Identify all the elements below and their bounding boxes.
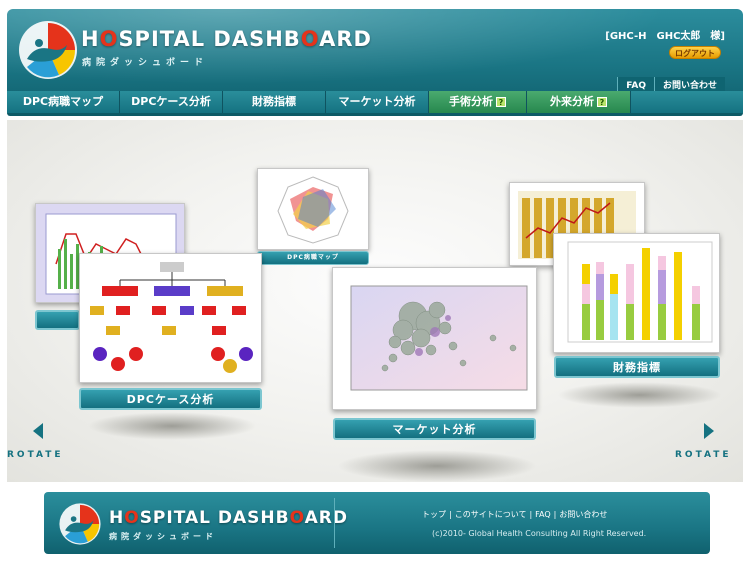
logo-subtitle: 病院ダッシュボード <box>82 58 209 68</box>
tab-outpatient[interactable]: 外来分析? <box>527 91 631 113</box>
footer-sep: | <box>529 510 533 519</box>
carousel-card-finance[interactable] <box>553 233 720 353</box>
user-name: [GHC-H GHC太郎 様] <box>605 31 725 42</box>
header-bottom-bar <box>7 113 743 116</box>
tab-label: 財務指標 <box>252 95 296 108</box>
footer-divider <box>334 498 335 548</box>
rotate-right-label[interactable]: ROTATE <box>675 450 732 460</box>
carousel-stage: DPC病職マップ DPCケース分析 マーケット分析 財務指標 ROTATE RO… <box>7 120 743 482</box>
tab-blank <box>631 91 743 113</box>
logout-button[interactable]: ログアウト <box>669 46 721 59</box>
bubble-chart-thumbnail <box>350 285 528 391</box>
footer: HOSPITAL DASHBOARD 病院ダッシュボード トップ | このサイトにつ… <box>44 492 710 554</box>
tab-finance[interactable]: 財務指標 <box>223 91 326 113</box>
tab-label: 外来分析 <box>550 95 594 108</box>
tab-label: マーケット分析 <box>338 95 416 108</box>
carousel-card-dpc-map[interactable] <box>257 168 369 250</box>
footer-link-about[interactable]: このサイトについて <box>455 510 527 519</box>
floor-shadow <box>557 382 722 408</box>
footer-copyright: (c)2010- Global Health Consulting All Ri… <box>432 529 647 538</box>
carousel-card-dpc-case[interactable] <box>79 253 262 383</box>
help-icon[interactable]: ? <box>597 97 607 107</box>
carousel-card-finance-label[interactable]: 財務指標 <box>554 356 720 378</box>
footer-link-contact[interactable]: お問い合わせ <box>559 510 607 519</box>
rotate-right-arrow-icon[interactable] <box>704 423 714 439</box>
help-icon[interactable]: ? <box>496 97 506 107</box>
logo-icon <box>19 21 77 79</box>
floor-shadow <box>87 412 257 440</box>
footer-sep: | <box>449 510 452 519</box>
tree-diagram-thumbnail <box>90 262 253 373</box>
floor-shadow <box>337 450 537 482</box>
footer-logo-icon <box>59 503 101 545</box>
tab-dpc-map[interactable]: DPC病職マップ <box>7 91 120 113</box>
stacked-bar-chart-thumbnail <box>567 241 713 343</box>
rotate-left-arrow-icon[interactable] <box>33 423 43 439</box>
footer-sep: | <box>553 510 557 519</box>
logo-title[interactable]: HOSPITAL DASHBOARD <box>81 27 372 51</box>
tab-label: DPCケース分析 <box>131 95 211 108</box>
tab-label: 手術分析 <box>449 95 493 108</box>
footer-links: トップ | このサイトについて | FAQ | お問い合わせ <box>422 509 607 520</box>
carousel-card-market-label[interactable]: マーケット分析 <box>333 418 536 440</box>
tab-surgery[interactable]: 手術分析? <box>429 91 527 113</box>
carousel-card-market[interactable] <box>332 267 537 410</box>
carousel-card-dpc-map-label[interactable]: DPC病職マップ <box>257 251 369 265</box>
tab-dpc-case[interactable]: DPCケース分析 <box>120 91 223 113</box>
tab-label: DPC病職マップ <box>22 95 104 108</box>
radar-chart-thumbnail <box>277 176 349 244</box>
carousel-card-dpc-case-label[interactable]: DPCケース分析 <box>79 388 262 410</box>
footer-link-faq[interactable]: FAQ <box>535 510 551 519</box>
main-nav: DPC病職マップ DPCケース分析 財務指標 マーケット分析 手術分析? 外来分… <box>7 91 743 113</box>
carousel-card-back-left-label[interactable] <box>35 310 80 330</box>
footer-logo-subtitle: 病院ダッシュボード <box>109 532 217 541</box>
rotate-left-label[interactable]: ROTATE <box>7 450 64 460</box>
footer-logo-title[interactable]: HOSPITAL DASHBOARD <box>109 508 348 528</box>
footer-link-top[interactable]: トップ <box>422 510 446 519</box>
tab-market[interactable]: マーケット分析 <box>326 91 429 113</box>
